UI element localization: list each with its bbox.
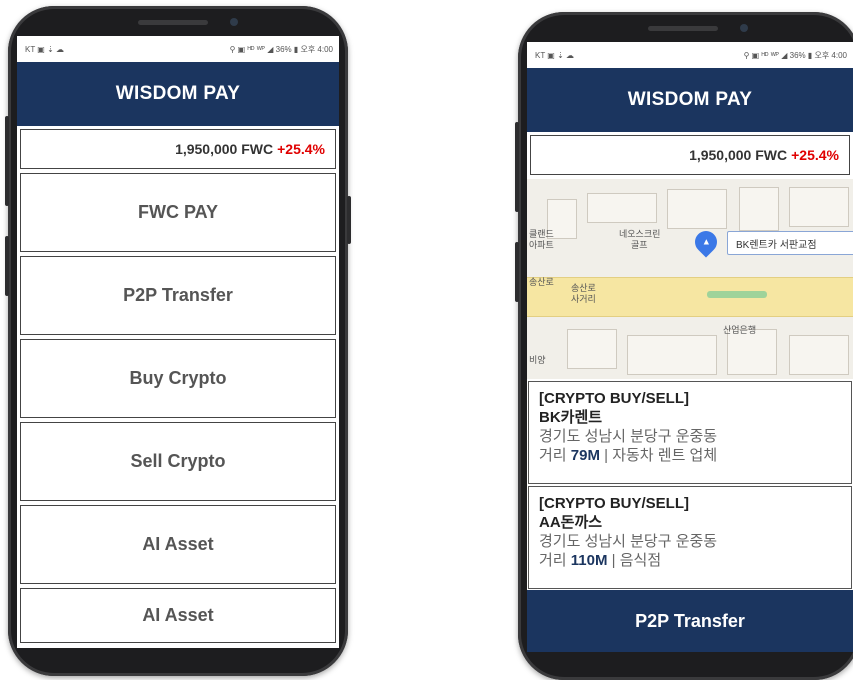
map-label: 아파트: [529, 240, 554, 250]
listing-address: 경기도 성남시 분당구 운중동: [539, 533, 718, 550]
map-block: [587, 193, 657, 223]
ai-asset-button[interactable]: AI Asset: [20, 505, 336, 584]
ai-asset-button-2[interactable]: AI Asset: [20, 588, 336, 643]
map-pin-icon[interactable]: ▲: [690, 226, 722, 258]
sell-crypto-button[interactable]: Sell Crypto: [20, 422, 336, 501]
distance-prefix: 거리: [539, 552, 571, 569]
balance-amount: 1,950,000 FWC: [689, 147, 788, 163]
earpiece: [648, 26, 718, 31]
listing-category: | 음식점: [607, 552, 662, 569]
map-block: [789, 187, 849, 227]
map-label: 사거리: [571, 294, 596, 304]
map-label: 클랜드: [529, 229, 554, 239]
listing-name: BK카렌트: [539, 409, 603, 426]
p2p-transfer-button[interactable]: P2P Transfer: [20, 256, 336, 335]
listing-distance: 110M: [570, 552, 608, 569]
map-block: [667, 189, 727, 229]
bixby-button: [515, 242, 519, 302]
left-phone: KT ▣ ⇣ ☁ ⚲ ▣ ᴴᴰ ᵂᴾ ◢ 36% ▮ 오후 4:00 WISDO…: [5, 6, 351, 676]
status-left: KT ▣ ⇣ ☁: [535, 50, 575, 60]
front-camera-icon: [230, 18, 238, 26]
balance-amount: 1,950,000 FWC: [175, 141, 274, 157]
map-callout[interactable]: BK렌트카 서판교점: [727, 231, 853, 255]
listing-meta: 거리 110M | 음식점: [539, 551, 841, 570]
map-label: 송산로: [529, 277, 554, 287]
app-title: WISDOM PAY: [17, 62, 339, 126]
listing-address: 경기도 성남시 분당구 운중동: [539, 428, 718, 445]
listing-distance: 79M: [570, 447, 600, 464]
listing-tag: [CRYPTO BUY/SELL]: [539, 495, 690, 512]
listing-name: AA돈까스: [539, 514, 603, 531]
distance-prefix: 거리: [539, 447, 571, 464]
balance-box: 1,950,000 FWC +25.4%: [530, 135, 850, 175]
listing-category: | 자동차 렌트 업체: [599, 447, 718, 464]
map-label: 산업은행: [723, 325, 757, 335]
bixby-button: [5, 236, 9, 296]
balance-change: +25.4%: [791, 147, 839, 163]
map-block: [789, 335, 849, 375]
left-screen: KT ▣ ⇣ ☁ ⚲ ▣ ᴴᴰ ᵂᴾ ◢ 36% ▮ 오후 4:00 WISDO…: [17, 36, 339, 648]
status-right: ⚲ ▣ ᴴᴰ ᵂᴾ ◢ 36% ▮ 오후 4:00: [743, 50, 847, 60]
balance-box: 1,950,000 FWC +25.4%: [20, 129, 336, 169]
right-phone: KT ▣ ⇣ ☁ ⚲ ▣ ᴴᴰ ᵂᴾ ◢ 36% ▮ 오후 4:00 WISDO…: [515, 12, 853, 680]
app-title: WISDOM PAY: [527, 68, 853, 132]
status-right: ⚲ ▣ ᴴᴰ ᵂᴾ ◢ 36% ▮ 오후 4:00: [229, 44, 333, 54]
map-block: [567, 329, 617, 369]
earpiece: [138, 20, 208, 25]
buy-crypto-button[interactable]: Buy Crypto: [20, 339, 336, 418]
map-block: [727, 329, 777, 375]
map-label: 송산로: [571, 283, 596, 293]
map-park-strip: [707, 291, 767, 298]
balance-change: +25.4%: [277, 141, 325, 157]
map-label: 골프: [631, 240, 648, 250]
map-block: [739, 187, 779, 231]
status-left: KT ▣ ⇣ ☁: [25, 44, 65, 54]
p2p-transfer-button[interactable]: P2P Transfer: [527, 590, 853, 652]
listing-meta: 거리 79M | 자동차 렌트 업체: [539, 446, 841, 465]
map-label: 비양: [529, 355, 546, 365]
map-label: 네오스크린: [619, 229, 661, 239]
power-button: [347, 196, 351, 244]
listing-tag: [CRYPTO BUY/SELL]: [539, 390, 690, 407]
front-camera-icon: [740, 24, 748, 32]
listing-card[interactable]: [CRYPTO BUY/SELL] AA돈까스 경기도 성남시 분당구 운중동 …: [528, 486, 852, 589]
fwc-pay-button[interactable]: FWC PAY: [20, 173, 336, 252]
status-bar: KT ▣ ⇣ ☁ ⚲ ▣ ᴴᴰ ᵂᴾ ◢ 36% ▮ 오후 4:00: [17, 36, 339, 62]
volume-button: [515, 122, 519, 212]
status-bar: KT ▣ ⇣ ☁ ⚲ ▣ ᴴᴰ ᵂᴾ ◢ 36% ▮ 오후 4:00: [527, 42, 853, 68]
map-block: [627, 335, 717, 375]
map-view[interactable]: 클랜드 아파트 네오스크린 골프 송산로 송산로 사거리 산업은행 비양 ▲ B…: [527, 179, 853, 379]
listing-card[interactable]: [CRYPTO BUY/SELL] BK카렌트 경기도 성남시 분당구 운중동 …: [528, 381, 852, 484]
volume-button: [5, 116, 9, 206]
right-screen: KT ▣ ⇣ ☁ ⚲ ▣ ᴴᴰ ᵂᴾ ◢ 36% ▮ 오후 4:00 WISDO…: [527, 42, 853, 652]
